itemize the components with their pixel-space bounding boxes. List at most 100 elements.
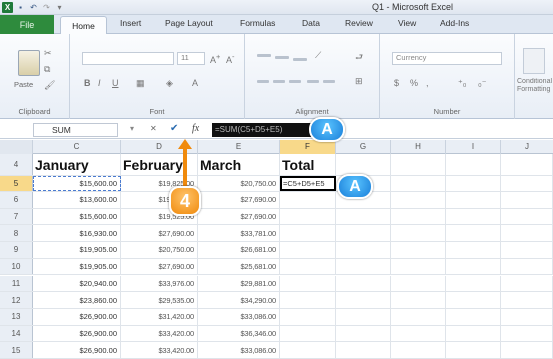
cell-f6[interactable] — [280, 192, 336, 208]
bold-icon[interactable]: B — [84, 78, 91, 88]
tab-add-ins[interactable]: Add-Ins — [440, 18, 469, 28]
decrease-indent-icon[interactable] — [307, 80, 319, 83]
cell-f15[interactable] — [280, 342, 336, 358]
cell-e15[interactable]: $33,086.00 — [198, 342, 280, 358]
column-header-i[interactable]: I — [446, 140, 501, 154]
cut-icon[interactable]: ✂ — [44, 48, 52, 59]
row-header[interactable]: 13 — [0, 308, 33, 325]
cell-f12[interactable] — [280, 292, 336, 308]
row-header[interactable]: 14 — [0, 325, 33, 342]
column-header-c[interactable]: C — [33, 140, 121, 154]
cell-c14[interactable]: $26,900.00 — [33, 325, 121, 342]
accounting-format-icon[interactable]: $ — [394, 78, 399, 88]
save-icon[interactable]: ▪ — [15, 2, 26, 13]
tab-view[interactable]: View — [398, 18, 416, 28]
redo-icon[interactable]: ↷ — [41, 2, 52, 13]
cell-c10[interactable]: $19,905.00 — [33, 258, 121, 275]
cell-h5[interactable] — [391, 176, 446, 191]
cell-j6[interactable] — [501, 192, 553, 208]
cell-g10[interactable] — [336, 258, 391, 275]
cell-f11[interactable] — [280, 275, 336, 292]
row-header[interactable]: 9 — [0, 242, 33, 258]
cell-d10[interactable]: $27,690.00 — [121, 258, 198, 275]
font-color-icon[interactable]: A — [192, 78, 198, 88]
cell-i5[interactable] — [446, 176, 501, 191]
cell-i6[interactable] — [446, 192, 501, 208]
cell-i13[interactable] — [446, 308, 501, 325]
conditional-formatting-label[interactable]: Conditional Formatting — [517, 78, 553, 94]
cell-g4[interactable] — [336, 154, 391, 175]
cell-e4[interactable]: March — [198, 154, 280, 175]
cell-f10[interactable] — [280, 258, 336, 275]
formula-bar-cancel-icon[interactable]: ✕ — [150, 123, 157, 135]
row-header[interactable]: 15 — [0, 342, 33, 358]
cell-g13[interactable] — [336, 308, 391, 325]
row-header[interactable]: 7 — [0, 208, 33, 225]
cell-d13[interactable]: $31,420.00 — [121, 308, 198, 325]
column-header-e[interactable]: E — [198, 140, 280, 154]
tab-file[interactable]: File — [0, 15, 54, 34]
cell-i4[interactable] — [446, 154, 501, 175]
insert-function-icon[interactable]: fx — [192, 123, 199, 135]
select-all-corner[interactable] — [0, 140, 33, 154]
merge-center-icon[interactable]: ⊞ — [355, 76, 363, 87]
tab-formulas[interactable]: Formulas — [240, 18, 275, 28]
cell-e5[interactable]: $20,750.00 — [198, 176, 280, 191]
cell-h8[interactable] — [391, 225, 446, 242]
align-bottom-icon[interactable] — [293, 58, 307, 61]
underline-icon[interactable]: U — [112, 78, 119, 88]
cell-e11[interactable]: $29,881.00 — [198, 275, 280, 292]
tab-home[interactable]: Home — [60, 16, 107, 35]
number-format-select[interactable]: Currency — [392, 52, 502, 65]
row-header[interactable]: 11 — [0, 275, 33, 292]
cell-g14[interactable] — [336, 325, 391, 342]
cell-j13[interactable] — [501, 308, 553, 325]
cell-j5[interactable] — [501, 176, 553, 191]
format-painter-icon[interactable]: 🖌 — [44, 80, 55, 91]
row-header[interactable]: 8 — [0, 225, 33, 242]
cell-h10[interactable] — [391, 258, 446, 275]
grow-font-icon[interactable]: A+ — [210, 52, 220, 65]
row-header[interactable]: 6 — [0, 192, 33, 208]
borders-icon[interactable]: ▦ — [136, 78, 145, 89]
cell-f8[interactable] — [280, 225, 336, 242]
name-box-dropdown-icon[interactable]: ▾ — [130, 123, 134, 135]
cell-i14[interactable] — [446, 325, 501, 342]
cell-e9[interactable]: $26,681.00 — [198, 242, 280, 258]
cell-c4[interactable]: January — [33, 154, 121, 175]
cell-e7[interactable]: $27,690.00 — [198, 208, 280, 225]
cell-i9[interactable] — [446, 242, 501, 258]
row-header[interactable]: 10 — [0, 258, 33, 275]
cell-d14[interactable]: $33,420.00 — [121, 325, 198, 342]
font-size-select[interactable]: 11 — [177, 52, 205, 65]
conditional-formatting-icon[interactable] — [523, 48, 545, 74]
cell-g12[interactable] — [336, 292, 391, 308]
cell-e14[interactable]: $36,346.00 — [198, 325, 280, 342]
cell-c9[interactable]: $19,905.00 — [33, 242, 121, 258]
cell-j8[interactable] — [501, 225, 553, 242]
align-middle-icon[interactable] — [275, 56, 289, 59]
italic-icon[interactable]: I — [98, 78, 101, 88]
cell-d15[interactable]: $33,420.00 — [121, 342, 198, 358]
cell-d11[interactable]: $33,976.00 — [121, 275, 198, 292]
tab-data[interactable]: Data — [302, 18, 320, 28]
cell-e8[interactable]: $33,781.00 — [198, 225, 280, 242]
row-header[interactable]: 4 — [0, 154, 33, 175]
cell-e6[interactable]: $27,690.00 — [198, 192, 280, 208]
cell-g7[interactable] — [336, 208, 391, 225]
undo-icon[interactable]: ↶ — [28, 2, 39, 13]
cell-j7[interactable] — [501, 208, 553, 225]
cell-h11[interactable] — [391, 275, 446, 292]
cell-j4[interactable] — [501, 154, 553, 175]
shrink-font-icon[interactable]: A- — [226, 52, 235, 65]
cell-i10[interactable] — [446, 258, 501, 275]
cell-j12[interactable] — [501, 292, 553, 308]
tab-page-layout[interactable]: Page Layout — [165, 18, 213, 28]
cell-e12[interactable]: $34,290.00 — [198, 292, 280, 308]
wrap-text-icon[interactable]: ⮐ — [355, 50, 363, 66]
cell-h9[interactable] — [391, 242, 446, 258]
formula-bar-enter-icon[interactable]: ✔ — [170, 123, 178, 135]
decrease-decimal-icon[interactable]: ₀⁻ — [478, 78, 487, 89]
tab-insert[interactable]: Insert — [120, 18, 141, 28]
cell-d8[interactable]: $27,690.00 — [121, 225, 198, 242]
